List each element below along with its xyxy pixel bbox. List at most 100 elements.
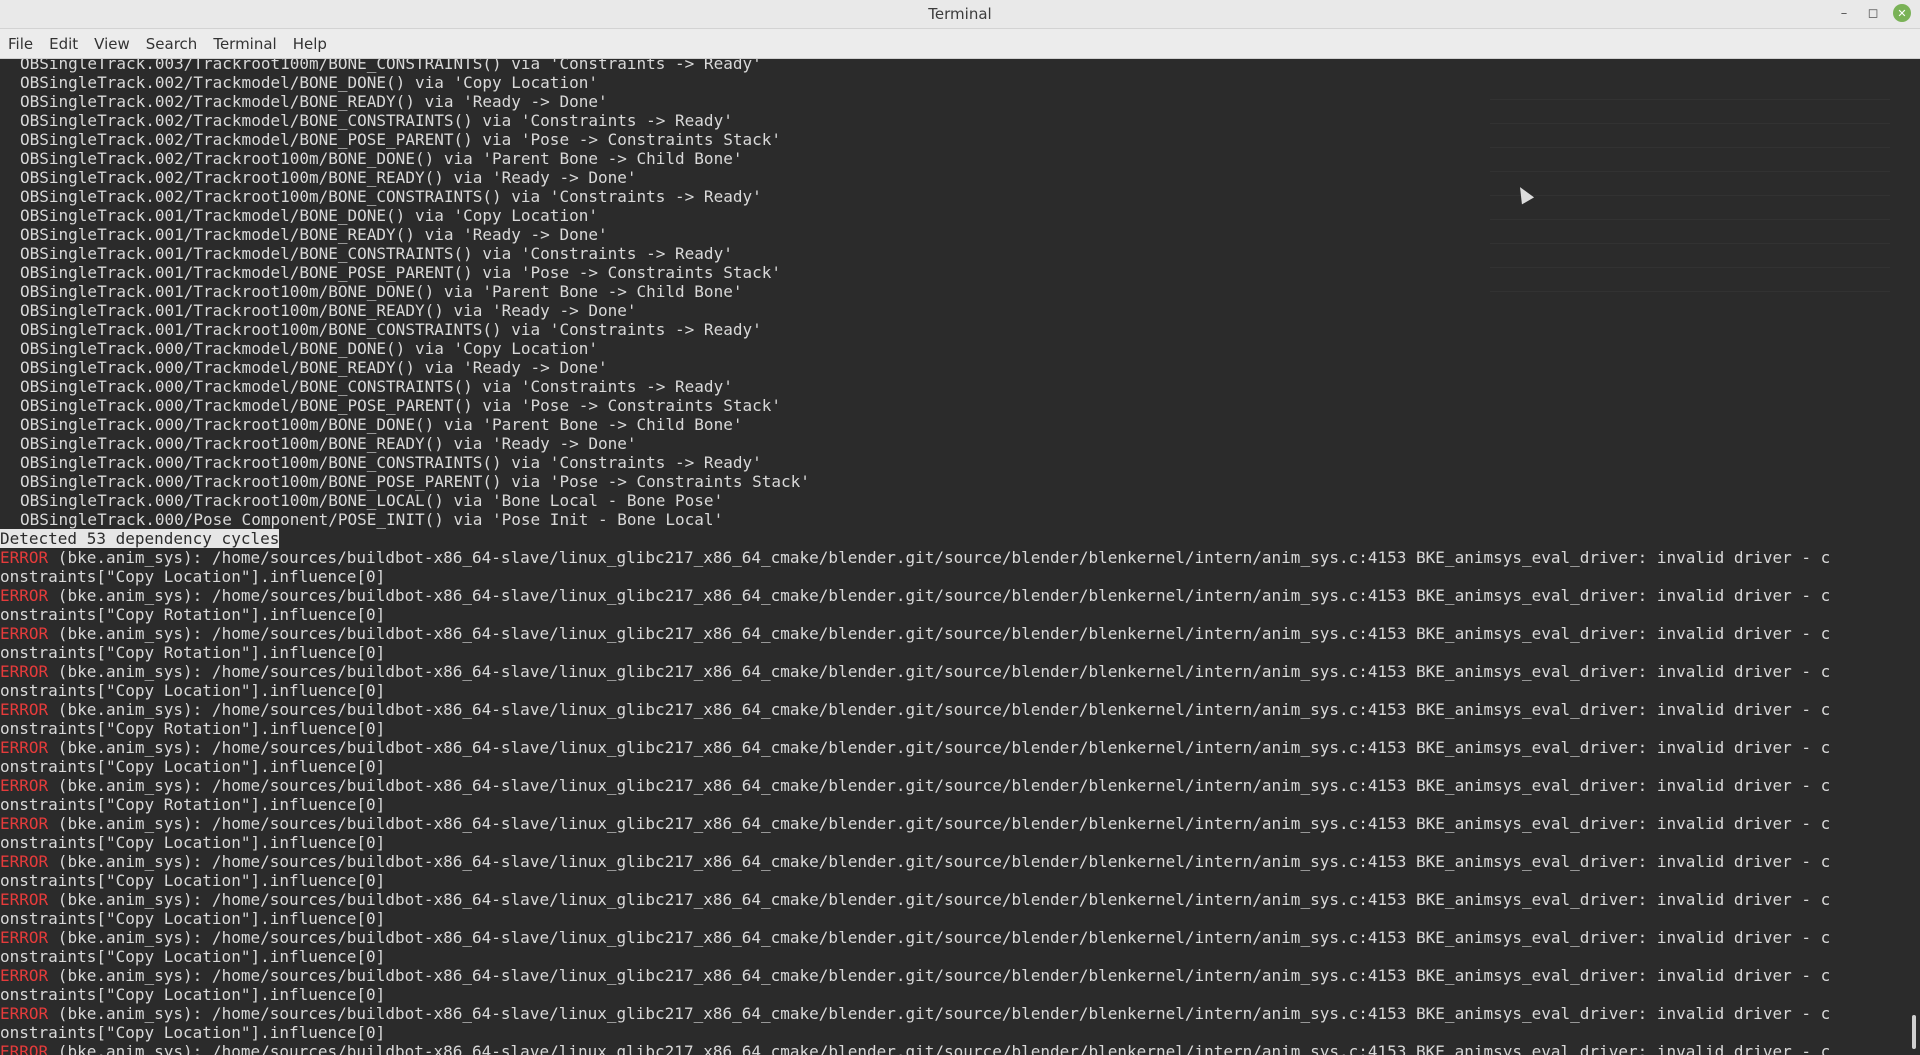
error-message: (bke.anim_sys): /home/sources/buildbot-x… [48, 1042, 1831, 1055]
terminal-line: OBSingleTrack.000/Trackmodel/BONE_CONSTR… [0, 377, 1906, 396]
error-tag: ERROR [0, 814, 49, 833]
error-continuation-line: onstraints["Copy Location"].influence[0] [0, 833, 1906, 852]
error-continuation-line: onstraints["Copy Location"].influence[0] [0, 909, 1906, 928]
error-message: (bke.anim_sys): /home/sources/buildbot-x… [48, 548, 1831, 567]
error-line: ERROR (bke.anim_sys): /home/sources/buil… [0, 700, 1906, 719]
terminal-line: OBSingleTrack.000/Trackmodel/BONE_DONE()… [0, 339, 1906, 358]
error-line: ERROR (bke.anim_sys): /home/sources/buil… [0, 852, 1906, 871]
line-text: OBSingleTrack.002/Trackmodel/BONE_CONSTR… [20, 111, 733, 130]
detected-line: Detected 53 dependency cycles [0, 529, 1906, 548]
error-tag: ERROR [0, 586, 49, 605]
terminal-lines: OBSingleTrack.003/Trackroot100m/BONE_CON… [0, 59, 1906, 1055]
terminal-line: OBSingleTrack.001/Trackmodel/BONE_POSE_P… [0, 263, 1906, 282]
error-tag: ERROR [0, 548, 49, 567]
menu-search[interactable]: Search [138, 35, 206, 53]
terminal-line: OBSingleTrack.000/Trackmodel/BONE_POSE_P… [0, 396, 1906, 415]
line-text: OBSingleTrack.000/Trackroot100m/BONE_REA… [20, 434, 637, 453]
terminal-line: OBSingleTrack.001/Trackmodel/BONE_CONSTR… [0, 244, 1906, 263]
line-text: OBSingleTrack.001/Trackmodel/BONE_DONE()… [20, 206, 598, 225]
error-continuation: onstraints["Copy Location"].influence[0] [0, 947, 386, 966]
error-continuation: onstraints["Copy Location"].influence[0] [0, 567, 386, 586]
terminal-line: OBSingleTrack.000/Trackroot100m/BONE_CON… [0, 453, 1906, 472]
scrollbar[interactable] [1906, 59, 1920, 1055]
error-line: ERROR (bke.anim_sys): /home/sources/buil… [0, 776, 1906, 795]
line-text: OBSingleTrack.003/Trackroot100m/BONE_CON… [20, 59, 762, 73]
error-message: (bke.anim_sys): /home/sources/buildbot-x… [48, 814, 1831, 833]
error-tag: ERROR [0, 776, 49, 795]
scrollbar-thumb[interactable] [1912, 1015, 1916, 1049]
menu-terminal[interactable]: Terminal [205, 35, 284, 53]
error-tag: ERROR [0, 1004, 49, 1023]
error-tag: ERROR [0, 700, 49, 719]
error-continuation-line: onstraints["Copy Location"].influence[0] [0, 757, 1906, 776]
error-continuation-line: onstraints["Copy Rotation"].influence[0] [0, 605, 1906, 624]
error-tag: ERROR [0, 738, 49, 757]
line-text: OBSingleTrack.001/Trackroot100m/BONE_CON… [20, 320, 762, 339]
menu-help[interactable]: Help [285, 35, 335, 53]
error-line: ERROR (bke.anim_sys): /home/sources/buil… [0, 1004, 1906, 1023]
line-text: OBSingleTrack.002/Trackroot100m/BONE_CON… [20, 187, 762, 206]
terminal-line: OBSingleTrack.000/Trackmodel/BONE_READY(… [0, 358, 1906, 377]
line-text: OBSingleTrack.000/Trackroot100m/BONE_LOC… [20, 491, 724, 510]
minimize-icon[interactable]: – [1835, 4, 1853, 22]
error-continuation-line: onstraints["Copy Location"].influence[0] [0, 681, 1906, 700]
error-line: ERROR (bke.anim_sys): /home/sources/buil… [0, 662, 1906, 681]
error-continuation-line: onstraints["Copy Rotation"].influence[0] [0, 795, 1906, 814]
line-text: OBSingleTrack.001/Trackmodel/BONE_CONSTR… [20, 244, 733, 263]
terminal-output[interactable]: OBSingleTrack.003/Trackroot100m/BONE_CON… [0, 59, 1906, 1055]
terminal-line: OBSingleTrack.001/Trackmodel/BONE_DONE()… [0, 206, 1906, 225]
menu-file[interactable]: File [0, 35, 41, 53]
terminal-line: OBSingleTrack.001/Trackroot100m/BONE_DON… [0, 282, 1906, 301]
error-message: (bke.anim_sys): /home/sources/buildbot-x… [48, 966, 1831, 985]
terminal-line: OBSingleTrack.001/Trackroot100m/BONE_REA… [0, 301, 1906, 320]
line-text: OBSingleTrack.001/Trackmodel/BONE_POSE_P… [20, 263, 781, 282]
line-text: OBSingleTrack.002/Trackmodel/BONE_READY(… [20, 92, 608, 111]
terminal-line: OBSingleTrack.000/Trackroot100m/BONE_REA… [0, 434, 1906, 453]
error-tag: ERROR [0, 966, 49, 985]
error-line: ERROR (bke.anim_sys): /home/sources/buil… [0, 738, 1906, 757]
line-text: OBSingleTrack.000/Trackmodel/BONE_POSE_P… [20, 396, 781, 415]
error-continuation: onstraints["Copy Rotation"].influence[0] [0, 643, 386, 662]
terminal-line: OBSingleTrack.003/Trackroot100m/BONE_CON… [0, 59, 1906, 73]
error-line: ERROR (bke.anim_sys): /home/sources/buil… [0, 548, 1906, 567]
close-icon[interactable]: ✕ [1893, 4, 1911, 22]
error-message: (bke.anim_sys): /home/sources/buildbot-x… [48, 662, 1831, 681]
error-continuation: onstraints["Copy Rotation"].influence[0] [0, 795, 386, 814]
error-tag: ERROR [0, 928, 49, 947]
error-continuation-line: onstraints["Copy Location"].influence[0] [0, 985, 1906, 1004]
terminal-line: OBSingleTrack.000/Trackroot100m/BONE_DON… [0, 415, 1906, 434]
terminal-line: OBSingleTrack.000/Trackroot100m/BONE_POS… [0, 472, 1906, 491]
terminal-line: OBSingleTrack.002/Trackmodel/BONE_CONSTR… [0, 111, 1906, 130]
maximize-icon[interactable]: ◻ [1864, 4, 1882, 22]
line-text: OBSingleTrack.000/Trackroot100m/BONE_POS… [20, 472, 810, 491]
terminal-line: OBSingleTrack.002/Trackmodel/BONE_POSE_P… [0, 130, 1906, 149]
error-continuation-line: onstraints["Copy Location"].influence[0] [0, 947, 1906, 966]
terminal-line: OBSingleTrack.001/Trackmodel/BONE_READY(… [0, 225, 1906, 244]
line-text: OBSingleTrack.002/Trackmodel/BONE_POSE_P… [20, 130, 781, 149]
error-message: (bke.anim_sys): /home/sources/buildbot-x… [48, 738, 1831, 757]
menu-edit[interactable]: Edit [41, 35, 86, 53]
error-line: ERROR (bke.anim_sys): /home/sources/buil… [0, 928, 1906, 947]
window-titlebar[interactable]: Terminal – ◻ ✕ [0, 0, 1920, 29]
error-continuation: onstraints["Copy Location"].influence[0] [0, 833, 386, 852]
error-tag: ERROR [0, 1042, 49, 1055]
error-continuation-line: onstraints["Copy Location"].influence[0] [0, 567, 1906, 586]
terminal-line: OBSingleTrack.000/Pose Component/POSE_IN… [0, 510, 1906, 529]
error-message: (bke.anim_sys): /home/sources/buildbot-x… [48, 890, 1831, 909]
terminal-line: OBSingleTrack.002/Trackroot100m/BONE_REA… [0, 168, 1906, 187]
terminal-line: OBSingleTrack.002/Trackroot100m/BONE_DON… [0, 149, 1906, 168]
line-text: OBSingleTrack.002/Trackroot100m/BONE_REA… [20, 168, 637, 187]
error-tag: ERROR [0, 852, 49, 871]
error-message: (bke.anim_sys): /home/sources/buildbot-x… [48, 852, 1831, 871]
line-text: OBSingleTrack.000/Trackmodel/BONE_READY(… [20, 358, 608, 377]
error-message: (bke.anim_sys): /home/sources/buildbot-x… [48, 928, 1831, 947]
error-continuation: onstraints["Copy Location"].influence[0] [0, 871, 386, 890]
error-continuation: onstraints["Copy Location"].influence[0] [0, 757, 386, 776]
error-tag: ERROR [0, 662, 49, 681]
error-message: (bke.anim_sys): /home/sources/buildbot-x… [48, 586, 1831, 605]
error-continuation: onstraints["Copy Location"].influence[0] [0, 681, 386, 700]
line-text: OBSingleTrack.001/Trackmodel/BONE_READY(… [20, 225, 608, 244]
error-continuation-line: onstraints["Copy Rotation"].influence[0] [0, 643, 1906, 662]
terminal-line: OBSingleTrack.002/Trackmodel/BONE_DONE()… [0, 73, 1906, 92]
menu-view[interactable]: View [86, 35, 138, 53]
